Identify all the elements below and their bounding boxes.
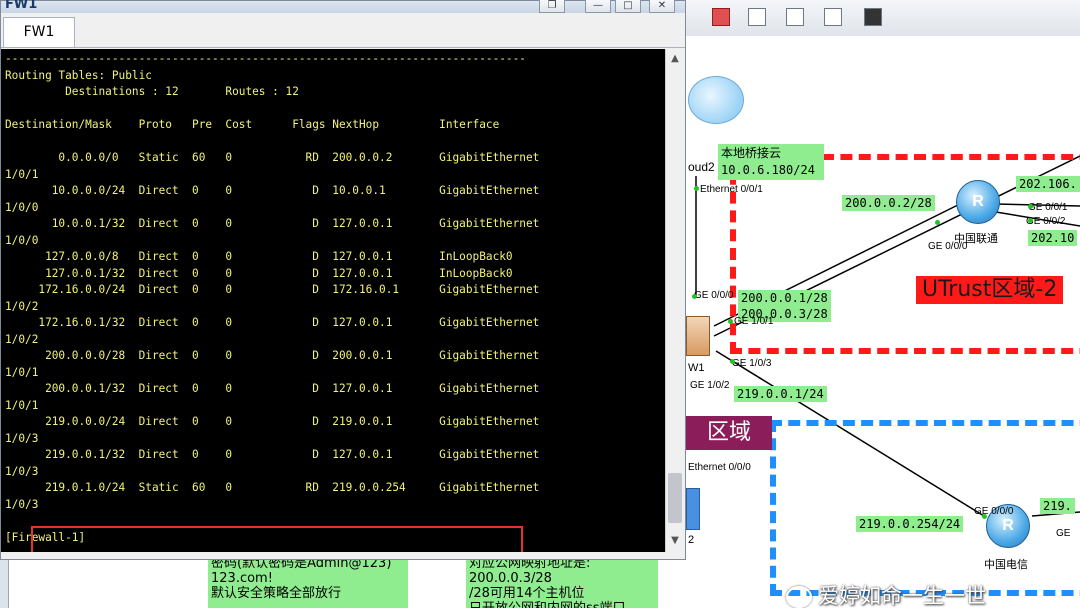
telecom-right-ip-label: 219.: [1040, 498, 1075, 514]
port-dot: [692, 294, 697, 299]
untrust-zone-label: UTrust区域-2: [916, 276, 1064, 304]
grid-icon[interactable]: [824, 8, 842, 26]
bottom-panel-edge: [0, 560, 9, 608]
cloud-label-line2: 10.0.6.180/24: [721, 163, 815, 177]
wechat-icon: [786, 586, 812, 608]
minimize-icon[interactable]: —: [585, 0, 611, 13]
unicom-uplink1-label: 202.106.: [1016, 176, 1080, 192]
port-dot: [730, 359, 735, 364]
fw-ip1-label: 200.0.0.1/28: [738, 290, 831, 306]
cloud-icon[interactable]: [688, 76, 744, 124]
close-icon[interactable]: ✕: [649, 0, 675, 13]
topology-icon[interactable]: [786, 8, 804, 26]
fw1-console-window[interactable]: FW1 ❐ — □ ✕ FW1 ------------------------…: [0, 0, 686, 560]
highlight-box: [31, 526, 523, 552]
note-public-mapping: 对应公网映射地址是: 200.0.0.3/28 /28可用14个主机位 只开放公…: [466, 556, 658, 608]
window-title: FW1: [5, 0, 38, 12]
terminal-output[interactable]: ----------------------------------------…: [1, 49, 665, 552]
unicom-ip-label: 200.0.0.2/28: [842, 195, 935, 211]
cloud-name: oud2: [688, 160, 715, 174]
stop-icon[interactable]: [712, 8, 730, 26]
maximize-icon[interactable]: □: [615, 0, 641, 13]
fw-ip3-label: 219.0.0.1/24: [734, 386, 827, 402]
scroll-down-icon[interactable]: ▼: [669, 535, 681, 547]
port-dot: [694, 186, 699, 191]
router-telecom-name: 中国电信: [984, 558, 1028, 571]
capture-icon[interactable]: [748, 8, 766, 26]
port-dot: [1028, 204, 1033, 209]
telecom-ip-label: 219.0.0.254/24: [856, 516, 964, 532]
restore-icon[interactable]: ❐: [539, 0, 565, 13]
unicom-port-label: GE 0/0/0: [928, 241, 968, 252]
port-dot: [935, 220, 940, 225]
topology-toolbar: [686, 0, 1080, 37]
port-dot: [1028, 218, 1033, 223]
trust-eth-label: Ethernet 0/0/0: [688, 462, 751, 473]
fw-ge102-label: GE 1/0/2: [690, 380, 730, 391]
scroll-thumb[interactable]: [668, 473, 682, 523]
pc-name: 2: [688, 534, 695, 546]
trust-zone-label: 区域: [686, 416, 772, 450]
dmz-zone: [770, 420, 1080, 596]
fw-ge101-label: GE 1/0/1: [734, 316, 774, 327]
telecom-port-label: GE 0/0/0: [974, 506, 1014, 517]
firewall-icon[interactable]: [686, 316, 710, 356]
unicom-uplink2-label: 202.10: [1028, 230, 1078, 246]
tab-strip: FW1: [1, 13, 685, 48]
window-titlebar[interactable]: FW1 ❐ — □ ✕: [1, 0, 685, 13]
unicom-uplink1-port: GE 0/0/1: [1028, 202, 1068, 213]
router-unicom-icon[interactable]: R: [956, 180, 1000, 224]
cloud-port-label: Ethernet 0/0/1: [700, 184, 763, 195]
scroll-up-icon[interactable]: ▲: [669, 53, 681, 65]
note-password: 密码(默认密码是Admin@123) 123.com! 默认安全策略全部放行: [208, 556, 408, 608]
watermark-text: 爱婷如命一生一世: [818, 584, 986, 608]
telecom-right-port-label: GE: [1056, 528, 1071, 539]
topology-canvas: oud2 本地桥接云 10.0.6.180/24 Ethernet 0/0/1 …: [686, 36, 1080, 608]
cloud-label-line1: 本地桥接云: [721, 146, 782, 160]
port-dot: [982, 514, 987, 519]
fw-ge103-label: GE 1/0/3: [732, 358, 772, 369]
fw-ge000-label: GE 0/0/0: [694, 290, 734, 301]
terminal-scrollbar[interactable]: ▲ ▼: [665, 49, 685, 552]
firewall-node-name: W1: [688, 362, 705, 374]
watermark: 爱婷如命一生一世: [786, 580, 986, 608]
cloud-label: 本地桥接云 10.0.6.180/24: [718, 144, 824, 180]
port-dot: [728, 319, 733, 324]
tab-fw1[interactable]: FW1: [3, 17, 75, 47]
pc-icon[interactable]: [686, 488, 700, 530]
routing-table-text: ----------------------------------------…: [5, 52, 540, 544]
screenshot-icon[interactable]: [864, 8, 882, 26]
